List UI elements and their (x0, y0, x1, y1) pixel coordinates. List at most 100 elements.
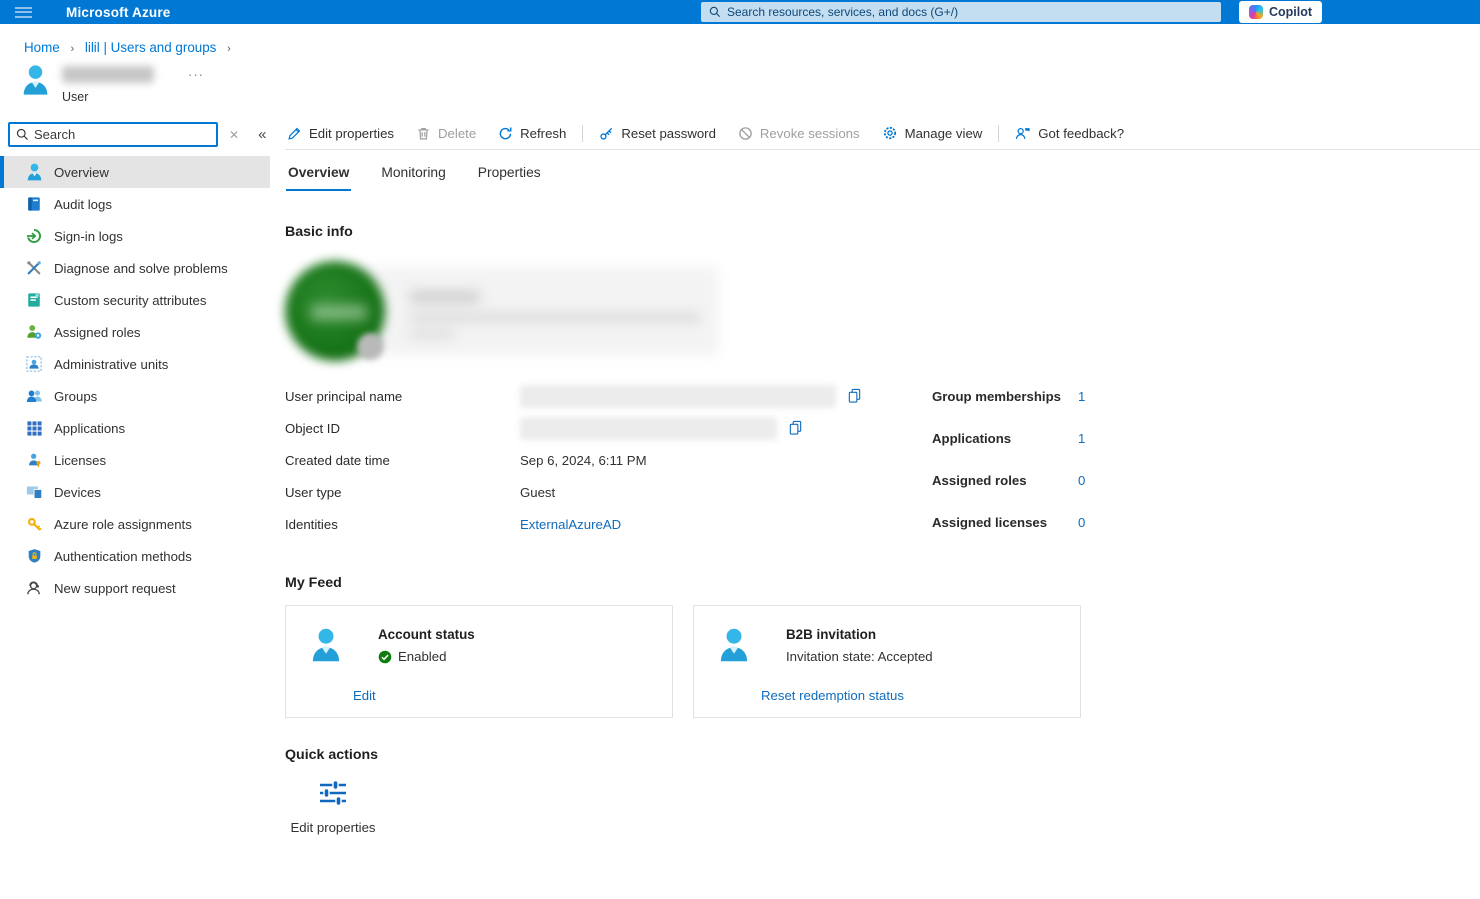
tools-icon (25, 259, 43, 277)
block-icon (738, 126, 753, 141)
chevron-right-icon: › (220, 43, 238, 55)
sidebar-item-devices[interactable]: Devices (0, 476, 270, 508)
redacted-profile-text (355, 267, 718, 355)
sidebar-item-sign-in-logs[interactable]: Sign-in logs (0, 220, 270, 252)
identities-link[interactable]: ExternalAzureAD (520, 517, 621, 532)
group-memberships-count-link[interactable]: 1 (1078, 389, 1085, 404)
support-person-icon (25, 579, 43, 597)
manage-view-button[interactable]: Manage view (871, 125, 994, 141)
shield-lock-icon (25, 547, 43, 565)
profile-redacted-block (285, 261, 1480, 367)
copilot-icon (1249, 5, 1263, 19)
delete-button[interactable]: Delete (405, 126, 487, 141)
key-icon (25, 515, 43, 533)
sidebar-search-input[interactable] (34, 127, 210, 142)
copilot-button[interactable]: Copilot (1239, 1, 1322, 23)
basic-info-heading: Basic info (285, 224, 1480, 240)
copy-icon[interactable] (788, 420, 803, 436)
edit-properties-button[interactable]: Edit properties (285, 126, 405, 141)
more-menu-icon[interactable]: ··· (188, 67, 204, 82)
breadcrumb-home[interactable]: Home (24, 40, 60, 55)
assigned-licenses-count-link[interactable]: 0 (1078, 515, 1085, 530)
admin-unit-icon (25, 355, 43, 373)
check-circle-icon (378, 650, 392, 664)
sidebar-search-box[interactable] (8, 122, 218, 147)
redacted-value (520, 417, 777, 440)
field-object-id: Object ID (285, 412, 932, 444)
breadcrumb-users-and-groups[interactable]: lilil | Users and groups (85, 40, 217, 55)
main-layout: ✕ « Overview Audit logs Sign-in logs Dia… (0, 117, 1480, 879)
sidebar-item-audit-logs[interactable]: Audit logs (0, 188, 270, 220)
sidebar-item-authentication-methods[interactable]: Authentication methods (0, 540, 270, 572)
got-feedback-button[interactable]: Got feedback? (1004, 126, 1135, 141)
applications-count-link[interactable]: 1 (1078, 431, 1085, 446)
key-icon (599, 126, 614, 141)
sidebar-item-azure-role-assignments[interactable]: Azure role assignments (0, 508, 270, 540)
sidebar-item-assigned-roles[interactable]: Assigned roles (0, 316, 270, 348)
sidebar-item-new-support-request[interactable]: New support request (0, 572, 270, 604)
azure-brand[interactable]: Microsoft Azure (66, 5, 171, 20)
my-feed-heading: My Feed (285, 575, 1480, 591)
sidebar-item-groups[interactable]: Groups (0, 380, 270, 412)
stat-assigned-licenses: Assigned licenses 0 (932, 506, 1152, 538)
presence-badge (357, 333, 384, 360)
field-user-type: User type Guest (285, 476, 932, 508)
field-created-date-time: Created date time Sep 6, 2024, 6:11 PM (285, 444, 932, 476)
quick-action-edit-properties[interactable]: Edit properties (285, 779, 381, 835)
copy-icon[interactable] (847, 388, 862, 404)
tab-overview[interactable]: Overview (286, 163, 351, 191)
audit-log-icon (25, 195, 43, 213)
sidebar-item-applications[interactable]: Applications (0, 412, 270, 444)
breadcrumb: Home › lilil | Users and groups › (0, 24, 1480, 55)
tab-monitoring[interactable]: Monitoring (379, 163, 447, 191)
reset-redemption-status-link[interactable]: Reset redemption status (761, 688, 904, 703)
sidebar-item-diagnose[interactable]: Diagnose and solve problems (0, 252, 270, 284)
profile-avatar (285, 261, 389, 365)
global-search[interactable] (701, 2, 1221, 22)
collapse-sidebar-icon[interactable]: « (258, 126, 266, 143)
attributes-document-icon (25, 291, 43, 309)
chevron-right-icon: › (63, 43, 81, 55)
sidebar-item-licenses[interactable]: Licenses (0, 444, 270, 476)
sidebar-item-overview[interactable]: Overview (0, 156, 270, 188)
clear-search-icon[interactable]: ✕ (229, 128, 239, 142)
assigned-roles-count-link[interactable]: 0 (1078, 473, 1085, 488)
page-subtitle: User (62, 90, 204, 104)
tab-properties[interactable]: Properties (476, 163, 543, 191)
revoke-sessions-button[interactable]: Revoke sessions (727, 126, 871, 141)
hamburger-menu-icon[interactable] (0, 0, 46, 24)
page-header: ··· User (22, 64, 1480, 104)
trash-icon (416, 126, 431, 141)
quick-actions-heading: Quick actions (285, 747, 1480, 763)
field-user-principal-name: User principal name (285, 380, 932, 412)
feedback-icon (1015, 126, 1031, 141)
person-gear-icon (25, 323, 43, 341)
reset-password-button[interactable]: Reset password (588, 126, 727, 141)
sidebar: ✕ « Overview Audit logs Sign-in logs Dia… (0, 117, 270, 879)
command-bar: Edit properties Delete Refresh Reset pas… (285, 117, 1480, 150)
top-nav-bar: Microsoft Azure Copilot (0, 0, 1480, 24)
b2b-invitation-card: B2B invitation Invitation state: Accepte… (693, 605, 1081, 718)
people-icon (25, 387, 43, 405)
refresh-button[interactable]: Refresh (487, 126, 577, 141)
field-identities: Identities ExternalAzureAD (285, 508, 932, 540)
person-icon (719, 627, 749, 668)
gear-icon (882, 125, 898, 141)
stat-assigned-roles: Assigned roles 0 (932, 464, 1152, 496)
sidebar-item-custom-security-attributes[interactable]: Custom security attributes (0, 284, 270, 316)
user-avatar-icon (22, 64, 49, 96)
edit-link[interactable]: Edit (353, 688, 376, 703)
stat-group-memberships: Group memberships 1 (932, 380, 1152, 412)
redacted-value (520, 385, 836, 408)
account-status-card: Account status Enabled Edit (285, 605, 673, 718)
toolbar-divider (582, 125, 583, 142)
my-feed-cards: Account status Enabled Edit B2B invitati… (285, 605, 1480, 718)
person-icon (25, 163, 43, 181)
global-search-input[interactable] (727, 5, 1213, 19)
search-icon (16, 128, 29, 141)
person-icon (311, 627, 341, 668)
sidebar-item-administrative-units[interactable]: Administrative units (0, 348, 270, 380)
basic-info-grid: User principal name Object ID Created da… (285, 380, 1480, 548)
sign-in-icon (25, 227, 43, 245)
stat-applications: Applications 1 (932, 422, 1152, 454)
